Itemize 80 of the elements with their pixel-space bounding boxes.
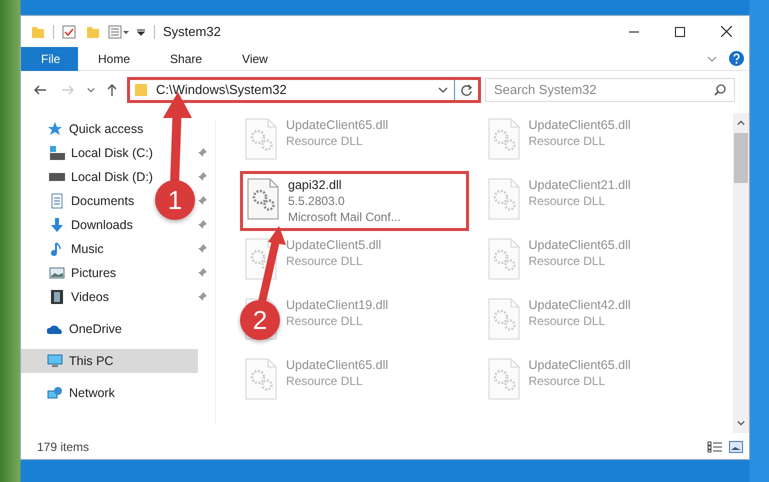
nav-item[interactable]: Local Disk (C:) [21, 141, 161, 165]
pin-icon[interactable] [197, 172, 207, 182]
properties-icon [108, 24, 130, 38]
search-icon [714, 84, 726, 96]
close-icon [720, 26, 732, 37]
back-arrow-icon[interactable] [33, 83, 47, 97]
minimize-icon [629, 30, 639, 32]
file-detail: Resource DLL [528, 313, 606, 329]
file-detail: Resource DLL [286, 313, 364, 329]
star-icon [47, 121, 63, 137]
monitor-icon [47, 353, 63, 369]
pin-icon[interactable] [197, 148, 207, 158]
ribbon-tab[interactable]: Home [78, 46, 150, 70]
chevron-down-icon [707, 54, 717, 64]
search-field[interactable]: Search System32 [485, 78, 735, 102]
search-input[interactable]: Search System32 [494, 80, 714, 100]
folder-icon [31, 24, 45, 38]
document-icon [49, 193, 65, 209]
file-detail: 5.5.2803.0 [288, 193, 346, 209]
nav-item[interactable]: Quick access [21, 117, 152, 141]
gear-file-icon [244, 117, 278, 161]
down-arrow-icon [49, 217, 65, 233]
file-detail: Resource DLL [528, 133, 606, 149]
nav-item[interactable]: This PC [21, 349, 198, 373]
pin-icon[interactable] [197, 196, 207, 206]
scrollbar-thumb[interactable] [734, 133, 748, 183]
refresh-icon[interactable] [460, 84, 473, 96]
item-count: 179 items [37, 439, 90, 456]
nav-item[interactable]: OneDrive [21, 317, 130, 341]
scroll-down-icon[interactable] [737, 419, 745, 427]
selection-frame[interactable]: gapi32.dll 5.5.2803.0 Microsoft Mail Conf... [240, 171, 468, 231]
file-detail: Resource DLL [286, 133, 364, 149]
address-bar[interactable]: C:\Windows\System32 [127, 77, 481, 103]
up-arrow-icon[interactable] [105, 83, 119, 97]
window-title: System32 [163, 22, 221, 41]
gear-file-icon [244, 237, 278, 281]
file-detail: Resource DLL [286, 373, 364, 389]
pin-icon[interactable] [197, 220, 207, 230]
pin-icon[interactable] [197, 244, 207, 254]
nav-item[interactable]: Downloads [21, 213, 141, 237]
network-icon [47, 385, 63, 401]
ribbon-tab[interactable]: File [21, 46, 78, 70]
maximize-icon [675, 26, 685, 36]
dropdown-icon [136, 26, 146, 36]
gear-file-icon [486, 177, 520, 221]
picture-icon [49, 265, 65, 281]
file-detail: Resource DLL [286, 253, 364, 269]
folder-icon [86, 24, 100, 38]
gear-file-icon [486, 237, 520, 281]
gear-file-icon [244, 357, 278, 401]
ribbon-tab[interactable]: Share [150, 46, 222, 70]
help-icon[interactable] [729, 51, 744, 66]
gear-file-icon [486, 357, 520, 401]
chevron-down-icon[interactable] [87, 86, 95, 94]
file-detail: Microsoft Mail Conf... [288, 209, 401, 225]
pin-icon[interactable] [197, 268, 207, 278]
drive-icon [49, 145, 65, 161]
file-name[interactable]: gapi32.dll [288, 177, 401, 193]
details-view-icon[interactable] [707, 441, 723, 453]
folder-icon [134, 83, 148, 97]
tiles-view-icon[interactable] [729, 441, 743, 453]
ribbon-tab[interactable]: View [222, 46, 288, 70]
nav-item[interactable]: Videos [21, 285, 117, 309]
drive-icon [49, 173, 65, 181]
gear-file-icon [246, 177, 280, 221]
file-detail: Resource DLL [528, 193, 606, 209]
gear-file-icon [486, 117, 520, 161]
address-path: C:\Windows\System32 [156, 81, 288, 100]
scroll-up-icon[interactable] [737, 119, 745, 127]
chevron-down-icon[interactable] [438, 85, 448, 95]
gear-file-icon [486, 297, 520, 341]
checklist-icon [62, 24, 76, 38]
nav-item[interactable]: Documents [21, 189, 142, 213]
film-icon [49, 289, 65, 305]
file-detail: Resource DLL [528, 253, 606, 269]
nav-item[interactable]: Pictures [21, 261, 124, 285]
nav-item[interactable]: Network [21, 381, 123, 405]
file-detail: Resource DLL [528, 373, 606, 389]
pin-icon[interactable] [197, 292, 207, 302]
nav-item[interactable]: Music [21, 237, 112, 261]
